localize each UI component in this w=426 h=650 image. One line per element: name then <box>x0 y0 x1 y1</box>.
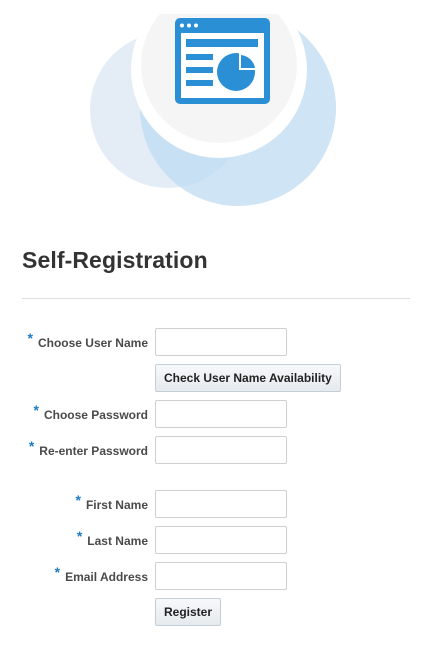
row-first-name: * First Name <box>0 490 426 518</box>
email-label-text: Email Address <box>65 570 148 584</box>
username-input[interactable] <box>155 328 287 356</box>
reenter-password-label-text: Re-enter Password <box>39 444 148 458</box>
required-marker: * <box>75 492 81 508</box>
username-label: * Choose User Name <box>28 328 149 356</box>
check-username-availability-button[interactable]: Check User Name Availability <box>155 364 341 392</box>
hero-bubbles <box>0 0 426 206</box>
required-marker: * <box>33 402 39 418</box>
register-button[interactable]: Register <box>155 598 222 626</box>
password-input[interactable] <box>155 400 287 428</box>
reenter-password-input[interactable] <box>155 436 287 464</box>
row-email: * Email Address <box>0 562 426 590</box>
email-input[interactable] <box>155 562 287 590</box>
self-registration-page: Self-Registration * Choose User Name Chec… <box>0 0 426 650</box>
required-marker: * <box>54 564 61 580</box>
last-name-input[interactable] <box>155 526 287 554</box>
dashboard-report-icon <box>175 18 270 104</box>
row-last-name: * Last Name <box>0 526 426 554</box>
required-marker: * <box>76 528 83 544</box>
required-marker: * <box>28 438 35 454</box>
last-name-label-text: Last Name <box>87 534 148 548</box>
username-label-text: Choose User Name <box>37 336 148 350</box>
email-label: * Email Address <box>55 562 148 590</box>
first-name-input[interactable] <box>155 490 287 518</box>
required-marker: * <box>27 330 33 346</box>
reenter-password-label: * Re-enter Password <box>29 436 148 464</box>
password-label: * Choose Password <box>34 400 148 428</box>
divider <box>22 298 410 299</box>
password-label-text: Choose Password <box>43 408 148 422</box>
row-reenter-password: * Re-enter Password <box>0 436 426 464</box>
hero-illustration <box>0 0 426 215</box>
row-password: * Choose Password <box>0 400 426 428</box>
last-name-label: * Last Name <box>77 526 148 554</box>
page-title: Self-Registration <box>22 247 208 273</box>
first-name-label-text: First Name <box>85 498 148 512</box>
first-name-label: * First Name <box>76 490 148 518</box>
row-username: * Choose User Name <box>0 328 426 356</box>
